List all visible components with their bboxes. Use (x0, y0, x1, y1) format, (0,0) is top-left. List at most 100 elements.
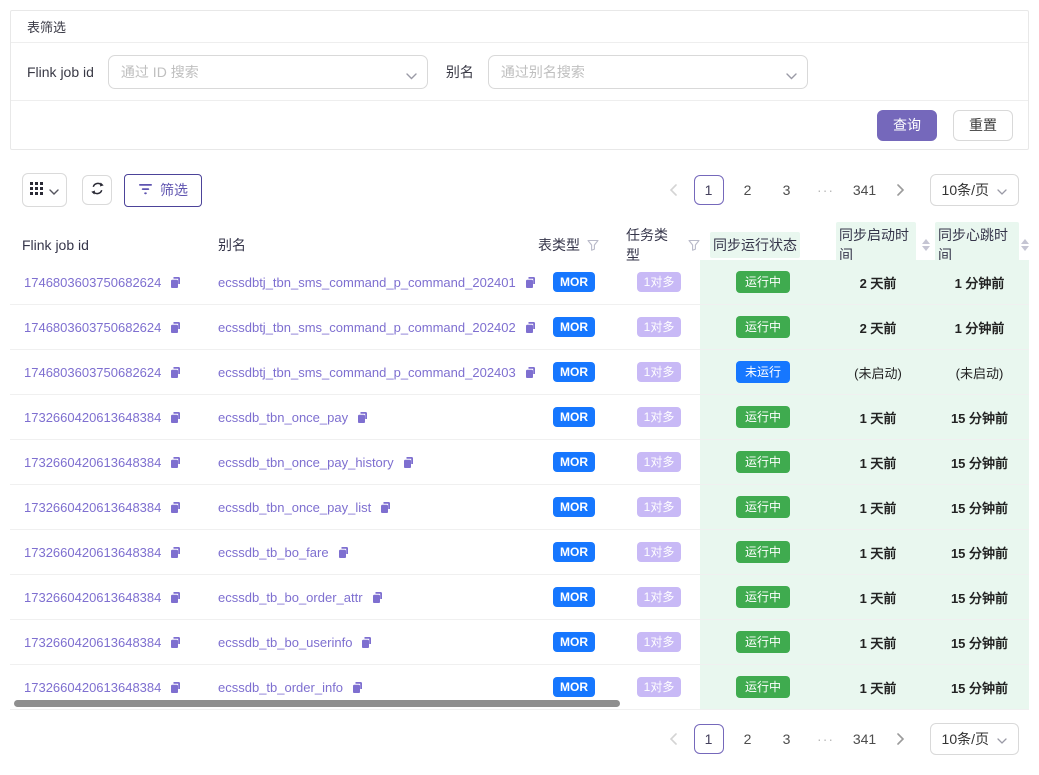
status-badge: 运行中 (736, 586, 790, 608)
flink-job-id-link[interactable]: 1732660420613648384 (24, 455, 161, 470)
sort-icon[interactable] (922, 239, 930, 251)
copy-icon[interactable] (402, 456, 415, 469)
table-type-badge: MOR (553, 542, 595, 562)
copy-icon[interactable] (379, 501, 392, 514)
copy-icon[interactable] (169, 591, 182, 604)
status-badge: 运行中 (736, 271, 790, 293)
table-row: 1732660420613648384 ecssdb_tb_bo_fare (10, 530, 1029, 575)
column-filter-funnel-icon[interactable] (587, 239, 599, 251)
flink-job-id-link[interactable]: 1746803603750682624 (24, 320, 161, 335)
alias-link[interactable]: ecssdb_tbn_once_pay_history (218, 455, 394, 470)
copy-icon[interactable] (169, 321, 182, 334)
grid-icon (30, 182, 43, 198)
page-number-button[interactable]: 3 (772, 724, 802, 754)
flink-job-id-link[interactable]: 1732660420613648384 (24, 680, 161, 695)
next-page-button[interactable] (889, 724, 913, 754)
copy-icon[interactable] (169, 276, 182, 289)
cell-sync-start-time: 1 天前 (826, 575, 930, 619)
cell-task-type: 1对多 (618, 485, 700, 529)
cell-table-type: MOR (530, 620, 618, 664)
alias-link[interactable]: ecssdbtj_tbn_sms_command_p_command_20240… (218, 275, 516, 290)
cell-sync-run-status: 运行中 (700, 620, 826, 664)
column-settings-button[interactable] (22, 173, 67, 207)
refresh-button[interactable] (82, 175, 112, 205)
chevron-down-icon (406, 67, 417, 85)
cell-task-type: 1对多 (618, 530, 700, 574)
page-number-button[interactable]: 2 (733, 724, 763, 754)
flink-job-id-link[interactable]: 1746803603750682624 (24, 275, 161, 290)
copy-icon[interactable] (356, 411, 369, 424)
cell-flink-job-id: 1732660420613648384 (10, 485, 208, 529)
page-number-button[interactable]: 3 (772, 175, 802, 205)
flink-job-id-input[interactable] (108, 55, 428, 89)
copy-icon[interactable] (351, 681, 364, 694)
copy-icon[interactable] (169, 546, 182, 559)
page-number-list: 123 ··· 341 (694, 175, 880, 205)
flink-job-id-select[interactable] (108, 55, 428, 89)
cell-flink-job-id: 1732660420613648384 (10, 440, 208, 484)
page-size-select[interactable]: 10条/页 (930, 723, 1019, 755)
page-size-select[interactable]: 10条/页 (930, 174, 1019, 206)
sort-icon[interactable] (1021, 239, 1029, 251)
flink-job-id-link[interactable]: 1746803603750682624 (24, 365, 161, 380)
table-row: 1732660420613648384 ecssdb_tb_bo_order_a… (10, 575, 1029, 620)
cell-flink-job-id: 1746803603750682624 (10, 350, 208, 394)
status-badge: 运行中 (736, 406, 790, 428)
chevron-down-icon (997, 731, 1007, 747)
alias-select[interactable] (488, 55, 808, 89)
page-number-button[interactable]: 1 (694, 724, 724, 754)
prev-page-button[interactable] (661, 724, 685, 754)
copy-icon[interactable] (371, 591, 384, 604)
flink-job-id-link[interactable]: 1732660420613648384 (24, 635, 161, 650)
cell-sync-run-status: 运行中 (700, 395, 826, 439)
flink-job-id-link[interactable]: 1732660420613648384 (24, 500, 161, 515)
flink-job-id-link[interactable]: 1732660420613648384 (24, 590, 161, 605)
copy-icon[interactable] (169, 501, 182, 514)
task-type-badge: 1对多 (637, 632, 682, 652)
cell-table-type: MOR (530, 260, 618, 304)
alias-link[interactable]: ecssdb_tb_bo_order_attr (218, 590, 363, 605)
cell-task-type: 1对多 (618, 620, 700, 664)
page-number-button[interactable]: 2 (733, 175, 763, 205)
query-button[interactable]: 查询 (877, 110, 937, 141)
page-number-button[interactable]: ··· (811, 724, 841, 754)
copy-icon[interactable] (169, 636, 182, 649)
column-filter-funnel-icon[interactable] (688, 239, 700, 251)
page-number-button[interactable]: 341 (850, 724, 880, 754)
copy-icon[interactable] (169, 411, 182, 424)
table-type-badge: MOR (553, 362, 595, 382)
next-page-button[interactable] (889, 175, 913, 205)
alias-search-input[interactable] (488, 55, 808, 89)
alias-link[interactable]: ecssdb_tb_bo_fare (218, 545, 329, 560)
cell-table-type: MOR (530, 440, 618, 484)
flink-job-id-link[interactable]: 1732660420613648384 (24, 410, 161, 425)
prev-page-button[interactable] (661, 175, 685, 205)
copy-icon[interactable] (337, 546, 350, 559)
filter-button[interactable]: 筛选 (124, 174, 202, 207)
copy-icon[interactable] (169, 681, 182, 694)
alias-link[interactable]: ecssdb_tb_bo_userinfo (218, 635, 352, 650)
cell-sync-heartbeat-time: (未启动) (930, 350, 1029, 394)
table-type-badge: MOR (553, 632, 595, 652)
alias-link[interactable]: ecssdb_tbn_once_pay (218, 410, 348, 425)
table-type-badge: MOR (553, 497, 595, 517)
copy-icon[interactable] (169, 366, 182, 379)
cell-sync-start-time: 1 天前 (826, 665, 930, 709)
copy-icon[interactable] (360, 636, 373, 649)
page-number-button[interactable]: 341 (850, 175, 880, 205)
page-number-button[interactable]: ··· (811, 175, 841, 205)
alias-link[interactable]: ecssdbtj_tbn_sms_command_p_command_20240… (218, 365, 516, 380)
alias-link[interactable]: ecssdb_tb_order_info (218, 680, 343, 695)
reset-button[interactable]: 重置 (953, 110, 1013, 141)
cell-alias: ecssdbtj_tbn_sms_command_p_command_20240… (208, 260, 530, 304)
page-number-button[interactable]: 1 (694, 175, 724, 205)
cell-sync-run-status: 运行中 (700, 665, 826, 709)
copy-icon[interactable] (169, 456, 182, 469)
flink-job-id-link[interactable]: 1732660420613648384 (24, 545, 161, 560)
table-body: 1746803603750682624 ecssdbtj_tbn_sms_com… (10, 260, 1029, 710)
alias-link[interactable]: ecssdb_tbn_once_pay_list (218, 500, 371, 515)
alias-link[interactable]: ecssdbtj_tbn_sms_command_p_command_20240… (218, 320, 516, 335)
chevron-down-icon (49, 183, 59, 198)
horizontal-scrollbar-thumb[interactable] (14, 700, 620, 707)
cell-sync-start-time: (未启动) (826, 350, 930, 394)
